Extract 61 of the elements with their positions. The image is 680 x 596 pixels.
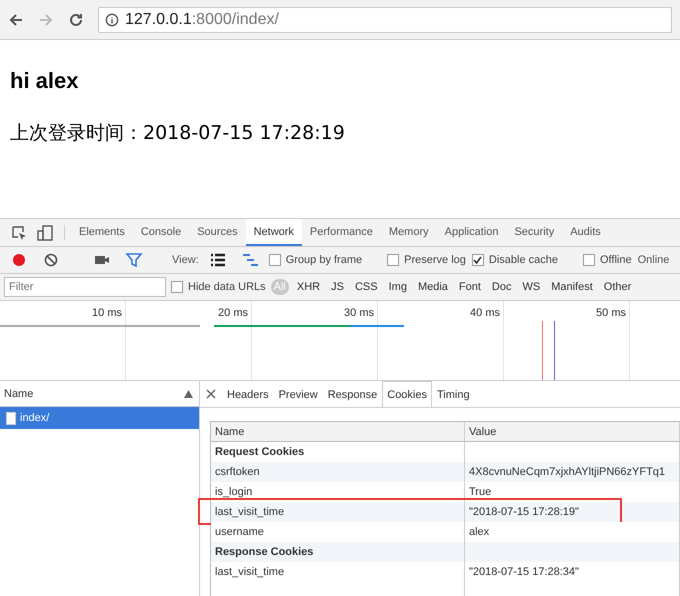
devtools-tab[interactable]: Security bbox=[506, 219, 562, 246]
close-icon[interactable] bbox=[206, 389, 216, 399]
type-filter[interactable]: Font bbox=[456, 279, 484, 295]
option-checkbox[interactable]: Disable cache bbox=[472, 254, 558, 266]
devtools-tab[interactable]: Console bbox=[132, 219, 190, 246]
devtools-tab[interactable]: Performance bbox=[302, 219, 381, 246]
document-icon bbox=[6, 412, 16, 424]
type-filter[interactable]: CSS bbox=[352, 279, 381, 295]
device-icon[interactable] bbox=[36, 224, 54, 242]
devtools-tab[interactable]: Audits bbox=[562, 219, 609, 246]
time-tick: 40 ms bbox=[470, 307, 500, 319]
filter-icon[interactable] bbox=[125, 251, 143, 269]
throttle-dropdown[interactable]: Online bbox=[638, 254, 670, 266]
type-filter[interactable]: Doc bbox=[488, 279, 514, 295]
devtools-tab[interactable]: Sources bbox=[189, 219, 246, 246]
list-icon[interactable] bbox=[208, 251, 227, 269]
time-tick: 20 ms bbox=[218, 307, 248, 319]
page-heading: hi alex bbox=[10, 68, 80, 94]
load-line bbox=[542, 321, 543, 380]
detail-tab[interactable]: Timing bbox=[432, 381, 475, 407]
last-login-text: 上次登录时间：2018-07-15 17:28:19 bbox=[10, 121, 346, 146]
option-checkbox[interactable]: Offline bbox=[582, 254, 632, 266]
detail-tab[interactable]: Cookies bbox=[382, 381, 432, 407]
type-filter[interactable]: WS bbox=[519, 279, 544, 295]
record-icon[interactable] bbox=[10, 251, 28, 269]
inspect-icon[interactable] bbox=[10, 224, 28, 242]
column-header[interactable]: Value bbox=[465, 422, 680, 441]
type-filter[interactable]: Other bbox=[600, 279, 634, 295]
back-icon[interactable] bbox=[8, 12, 24, 28]
type-filter[interactable]: Media bbox=[414, 279, 451, 295]
devtools-tab[interactable]: Application bbox=[436, 219, 506, 246]
option-checkbox[interactable]: Group by frame bbox=[268, 254, 362, 266]
view-label: View: bbox=[172, 254, 199, 266]
hide-data-urls-checkbox[interactable]: Hide data URLs bbox=[171, 281, 266, 293]
reload-icon[interactable] bbox=[68, 12, 84, 28]
devtools-tab[interactable]: Memory bbox=[380, 219, 437, 246]
detail-tab[interactable]: Preview bbox=[274, 381, 323, 407]
sort-icon[interactable] bbox=[184, 390, 193, 398]
type-filter[interactable]: JS bbox=[328, 279, 347, 295]
devtools-tab[interactable]: Elements bbox=[71, 219, 133, 246]
address-bar[interactable]: 127.0.0.1:8000/index/ bbox=[98, 6, 672, 32]
info-icon[interactable] bbox=[105, 12, 119, 26]
option-checkbox[interactable]: Preserve log bbox=[387, 254, 466, 266]
cookie-name: last_visit_time bbox=[211, 562, 465, 582]
waterfall-icon[interactable] bbox=[240, 251, 259, 269]
request-row[interactable]: index/ bbox=[0, 407, 199, 429]
devtools-tab[interactable]: Network bbox=[246, 219, 302, 246]
dom-line bbox=[554, 321, 555, 380]
column-header[interactable]: Name bbox=[211, 422, 465, 441]
detail-tab[interactable]: Headers bbox=[222, 381, 274, 407]
clear-icon[interactable] bbox=[42, 251, 60, 269]
time-tick: 10 ms bbox=[92, 307, 122, 319]
detail-tab[interactable]: Response bbox=[322, 381, 382, 407]
type-filter[interactable]: Manifest bbox=[548, 279, 596, 295]
cookie-value: "2018-07-15 17:28:34" bbox=[465, 562, 680, 582]
time-tick: 50 ms bbox=[596, 307, 626, 319]
checkmark-icon bbox=[473, 256, 482, 264]
type-filter[interactable]: XHR bbox=[294, 279, 324, 295]
time-tick: 30 ms bbox=[344, 307, 374, 319]
filter-field[interactable]: Filter bbox=[4, 277, 166, 297]
type-filter[interactable]: Img bbox=[386, 279, 410, 295]
